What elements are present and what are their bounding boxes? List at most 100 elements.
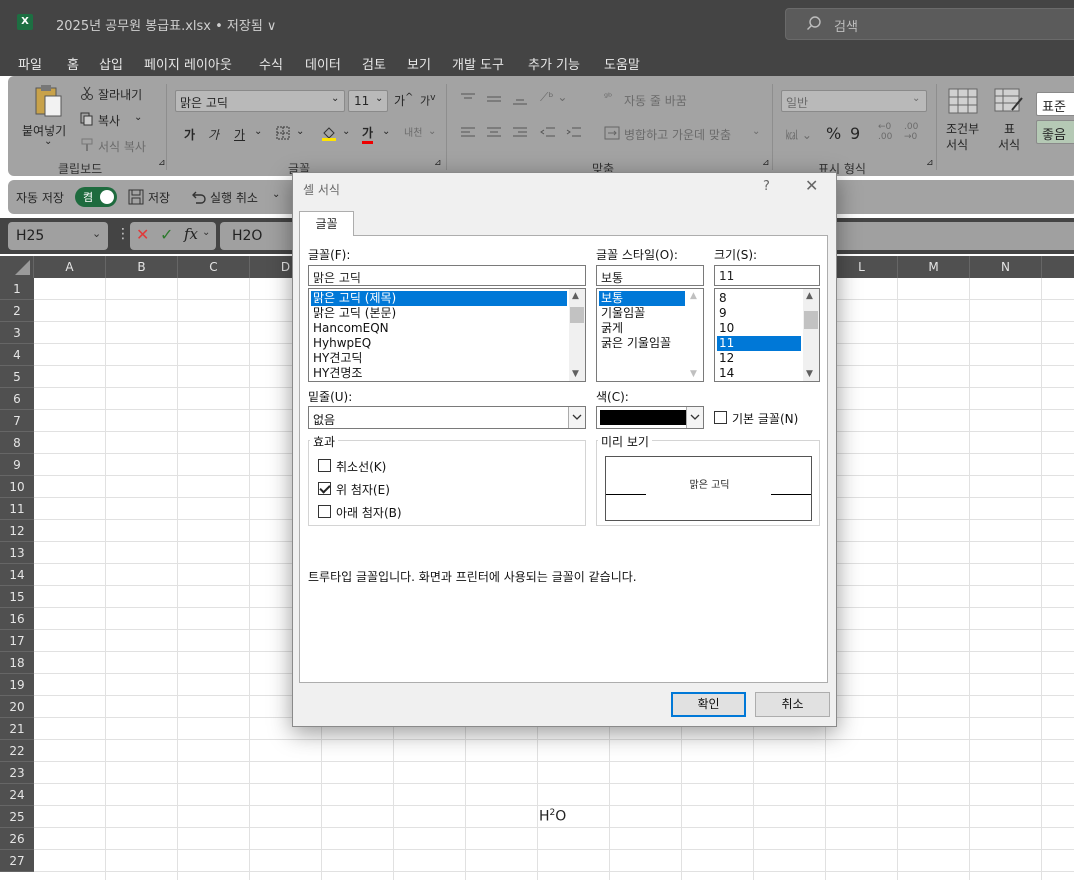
undo-button[interactable]: 실행 취소 xyxy=(210,189,258,206)
underline-icon[interactable]: 가 xyxy=(234,126,245,143)
column-header[interactable]: A xyxy=(34,256,106,278)
clipboard-launcher-icon[interactable]: ⊿ xyxy=(158,158,166,168)
cut-button[interactable]: 잘라내기 xyxy=(98,86,142,103)
increase-indent-icon[interactable] xyxy=(566,126,582,140)
row-header[interactable]: 9 xyxy=(0,454,34,476)
increase-decimal-icon[interactable]: ←0.00 xyxy=(878,122,892,142)
font-size-list-item[interactable]: 9 xyxy=(717,306,801,321)
column-header[interactable]: N xyxy=(970,256,1042,278)
percent-icon[interactable]: % xyxy=(826,124,841,143)
scroll-up-icon[interactable]: ▲ xyxy=(806,291,813,301)
underline-dropdown[interactable] xyxy=(568,407,585,428)
strikethrough-checkbox[interactable] xyxy=(318,459,331,472)
number-format-box[interactable]: 일반 ⌄ xyxy=(781,90,927,112)
font-style-list-item[interactable]: 굵은 기울임꼴 xyxy=(599,336,685,351)
scroll-thumb[interactable] xyxy=(570,307,584,323)
tab-view[interactable]: 보기 xyxy=(407,54,431,73)
underline-select[interactable]: 없음 xyxy=(308,406,586,429)
decrease-indent-icon[interactable] xyxy=(540,126,556,140)
subscript-checkbox[interactable] xyxy=(318,505,331,518)
row-header[interactable]: 27 xyxy=(0,850,34,872)
row-header[interactable]: 18 xyxy=(0,652,34,674)
font-size-list-item[interactable]: 12 xyxy=(717,351,801,366)
select-all-corner[interactable] xyxy=(0,256,34,278)
row-header[interactable]: 1 xyxy=(0,278,34,300)
enter-check-icon[interactable]: ✓ xyxy=(160,225,173,244)
row-header[interactable]: 10 xyxy=(0,476,34,498)
close-button[interactable]: ✕ xyxy=(805,176,818,195)
row-header[interactable]: 2 xyxy=(0,300,34,322)
save-button[interactable]: 저장 xyxy=(148,189,170,206)
function-dropdown-icon[interactable]: ⌄ xyxy=(202,227,210,238)
font-size-list-item[interactable]: 11 xyxy=(717,336,801,351)
underline-dropdown-icon[interactable]: ⌄ xyxy=(254,126,262,137)
merge-center-button[interactable]: 병합하고 가운데 맞춤 xyxy=(624,126,731,143)
format-as-table-label-1[interactable]: 표 xyxy=(1004,120,1015,137)
font-list-item[interactable]: HY견명조 xyxy=(311,366,567,381)
font-list-item[interactable]: HY견고딕 xyxy=(311,351,567,366)
row-header[interactable]: 21 xyxy=(0,718,34,740)
alignment-launcher-icon[interactable]: ⊿ xyxy=(762,158,770,168)
accounting-format-icon[interactable]: ㎉ ⌄ xyxy=(786,126,812,143)
font-input[interactable]: 맑은 고딕 xyxy=(308,265,586,286)
merge-dropdown-icon[interactable]: ⌄ xyxy=(752,126,760,137)
font-style-list-item[interactable]: 기울임꼴 xyxy=(599,306,685,321)
font-style-list-item[interactable]: 보통 xyxy=(599,291,685,306)
tab-help[interactable]: 도움말 xyxy=(604,54,640,73)
document-title[interactable]: 2025년 공무원 봉급표.xlsx • 저장됨 ∨ xyxy=(56,15,276,34)
autosave-toggle[interactable]: 켬 xyxy=(75,187,117,207)
decrease-decimal-icon[interactable]: .00 →0 xyxy=(904,122,918,142)
font-size-list-item[interactable]: 10 xyxy=(717,321,801,336)
font-list-scrollbar[interactable]: ▲ ▼ xyxy=(569,289,585,381)
tab-insert[interactable]: 삽입 xyxy=(99,54,123,73)
column-header[interactable]: B xyxy=(106,256,178,278)
cell-h25[interactable]: H2O xyxy=(539,808,566,825)
italic-icon[interactable]: 가 xyxy=(208,126,219,143)
align-left-icon[interactable] xyxy=(460,126,476,140)
align-bottom-icon[interactable] xyxy=(512,92,528,106)
align-middle-icon[interactable] xyxy=(486,92,502,106)
decrease-font-icon[interactable]: 가v xyxy=(420,92,436,109)
font-list-item[interactable]: HancomEQN xyxy=(311,321,567,336)
align-right-icon[interactable] xyxy=(512,126,528,140)
font-size-list-scrollbar[interactable]: ▲ ▼ xyxy=(803,289,819,381)
font-list-item[interactable]: HyhwpEQ xyxy=(311,336,567,351)
orientation-icon[interactable]: ⟋ᵇ ⌄ xyxy=(540,90,567,105)
phonetic-guide-icon[interactable]: 내천 xyxy=(404,124,422,139)
row-header[interactable]: 12 xyxy=(0,520,34,542)
row-header[interactable]: 15 xyxy=(0,586,34,608)
row-header[interactable]: 17 xyxy=(0,630,34,652)
row-header[interactable]: 11 xyxy=(0,498,34,520)
row-header[interactable]: 26 xyxy=(0,828,34,850)
cancel-icon[interactable]: ✕ xyxy=(136,225,149,244)
font-launcher-icon[interactable]: ⊿ xyxy=(434,158,442,168)
font-name-box[interactable]: 맑은 고딕 ⌄ xyxy=(175,90,345,112)
row-header[interactable]: 7 xyxy=(0,410,34,432)
tab-formulas[interactable]: 수식 xyxy=(259,54,283,73)
tab-font[interactable]: 글꼴 xyxy=(299,211,354,236)
row-header[interactable]: 24 xyxy=(0,784,34,806)
increase-font-icon[interactable]: 가^ xyxy=(394,92,413,109)
copy-dropdown-icon[interactable]: ⌄ xyxy=(134,112,142,123)
ok-button[interactable]: 확인 xyxy=(671,692,746,717)
row-header[interactable]: 14 xyxy=(0,564,34,586)
font-style-input[interactable]: 보통 xyxy=(596,265,704,286)
conditional-format-label-2[interactable]: 서식 xyxy=(946,136,968,153)
fill-color-icon[interactable] xyxy=(320,124,338,142)
font-style-list-scrollbar[interactable]: ▲ ▼ xyxy=(687,289,703,381)
row-header[interactable]: 5 xyxy=(0,366,34,388)
undo-dropdown-icon[interactable]: ⌄ xyxy=(272,189,280,200)
font-color-dropdown-icon[interactable]: ⌄ xyxy=(382,126,390,137)
column-header[interactable]: M xyxy=(898,256,970,278)
paste-dropdown-icon[interactable]: ⌄ xyxy=(44,136,52,147)
row-header[interactable]: 3 xyxy=(0,322,34,344)
font-list-item[interactable]: 맑은 고딕 (본문) xyxy=(311,306,567,321)
color-dropdown[interactable] xyxy=(686,407,703,428)
conditional-format-label-1[interactable]: 조건부 xyxy=(946,120,979,137)
row-header[interactable]: 23 xyxy=(0,762,34,784)
row-header[interactable]: 20 xyxy=(0,696,34,718)
font-size-list-item[interactable]: 8 xyxy=(717,291,801,306)
style-normal[interactable]: 표준 xyxy=(1036,92,1074,116)
copy-button[interactable]: 복사 xyxy=(98,112,120,129)
scroll-thumb[interactable] xyxy=(804,311,818,329)
